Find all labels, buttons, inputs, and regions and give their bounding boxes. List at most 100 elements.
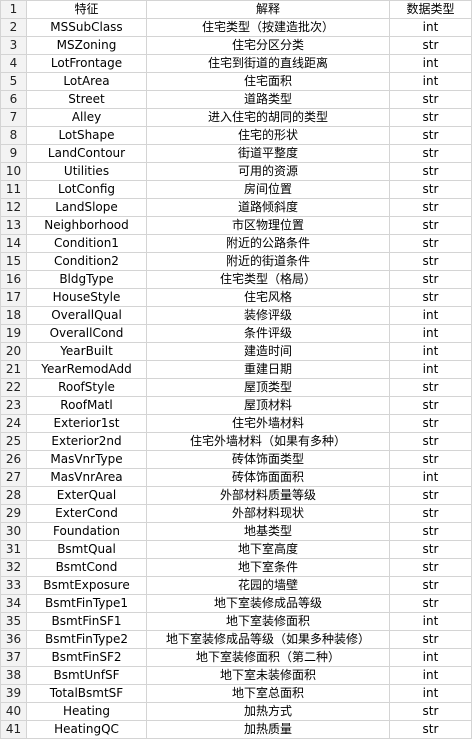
row-number[interactable]: 14 [0, 234, 27, 253]
description-cell[interactable]: 花园的墙壁 [146, 576, 390, 595]
type-cell[interactable]: str [389, 198, 472, 217]
feature-cell[interactable]: Neighborhood [26, 216, 147, 235]
type-cell[interactable]: str [389, 720, 472, 739]
description-cell[interactable]: 住宅外墙材料 [146, 414, 390, 433]
feature-cell[interactable]: Alley [26, 108, 147, 127]
row-number[interactable]: 38 [0, 666, 27, 685]
description-cell[interactable]: 重建日期 [146, 360, 390, 379]
description-cell[interactable]: 地下室装修成品等级（如果多种装修） [146, 630, 390, 649]
feature-cell[interactable]: MasVnrType [26, 450, 147, 469]
description-cell[interactable]: 地下室条件 [146, 558, 390, 577]
feature-cell[interactable]: OverallCond [26, 324, 147, 343]
feature-cell[interactable]: Utilities [26, 162, 147, 181]
description-cell[interactable]: 加热方式 [146, 702, 390, 721]
feature-cell[interactable]: ExterQual [26, 486, 147, 505]
row-number[interactable]: 19 [0, 324, 27, 343]
type-cell[interactable]: int [389, 666, 472, 685]
row-number[interactable]: 16 [0, 270, 27, 289]
feature-cell[interactable]: Condition2 [26, 252, 147, 271]
row-number[interactable]: 26 [0, 450, 27, 469]
description-cell[interactable]: 地下室装修成品等级 [146, 594, 390, 613]
feature-cell[interactable]: LandSlope [26, 198, 147, 217]
feature-cell[interactable]: BsmtFinType1 [26, 594, 147, 613]
row-number[interactable]: 20 [0, 342, 27, 361]
row-number[interactable]: 11 [0, 180, 27, 199]
row-number[interactable]: 36 [0, 630, 27, 649]
type-cell[interactable]: str [389, 108, 472, 127]
type-cell[interactable]: str [389, 90, 472, 109]
feature-cell[interactable]: LotShape [26, 126, 147, 145]
type-cell[interactable]: str [389, 270, 472, 289]
row-number[interactable]: 33 [0, 576, 27, 595]
type-cell[interactable]: str [389, 504, 472, 523]
type-cell[interactable]: str [389, 252, 472, 271]
row-number[interactable]: 12 [0, 198, 27, 217]
description-cell[interactable]: 住宅类型（按建造批次） [146, 18, 390, 37]
type-cell[interactable]: str [389, 234, 472, 253]
description-cell[interactable]: 建造时间 [146, 342, 390, 361]
type-cell[interactable]: str [389, 702, 472, 721]
feature-cell[interactable]: BsmtUnfSF [26, 666, 147, 685]
type-cell[interactable]: str [389, 576, 472, 595]
row-number[interactable]: 4 [0, 54, 27, 73]
row-number[interactable]: 3 [0, 36, 27, 55]
row-number[interactable]: 24 [0, 414, 27, 433]
description-cell[interactable]: 地下室总面积 [146, 684, 390, 703]
type-cell[interactable]: int [389, 612, 472, 631]
row-number[interactable]: 2 [0, 18, 27, 37]
row-number[interactable]: 35 [0, 612, 27, 631]
row-number[interactable]: 22 [0, 378, 27, 397]
row-number[interactable]: 39 [0, 684, 27, 703]
description-cell[interactable]: 外部材料现状 [146, 504, 390, 523]
feature-cell[interactable]: MSZoning [26, 36, 147, 55]
description-cell[interactable]: 外部材料质量等级 [146, 486, 390, 505]
description-cell[interactable]: 住宅分区分类 [146, 36, 390, 55]
row-number[interactable]: 1 [0, 0, 27, 19]
row-number[interactable]: 30 [0, 522, 27, 541]
feature-cell[interactable]: YearRemodAdd [26, 360, 147, 379]
description-cell[interactable]: 地下室装修面积 [146, 612, 390, 631]
type-cell[interactable]: int [389, 648, 472, 667]
row-number[interactable]: 21 [0, 360, 27, 379]
type-cell[interactable]: str [389, 630, 472, 649]
type-cell[interactable]: str [389, 558, 472, 577]
type-cell[interactable]: int [389, 468, 472, 487]
type-cell[interactable]: int [389, 360, 472, 379]
description-cell[interactable]: 可用的资源 [146, 162, 390, 181]
type-cell[interactable]: int [389, 342, 472, 361]
type-cell[interactable]: int [389, 684, 472, 703]
description-cell[interactable]: 道路类型 [146, 90, 390, 109]
description-cell[interactable]: 地下室未装修面积 [146, 666, 390, 685]
feature-cell[interactable]: ExterCond [26, 504, 147, 523]
description-cell[interactable]: 地基类型 [146, 522, 390, 541]
feature-cell[interactable]: RoofMatl [26, 396, 147, 415]
type-cell[interactable]: str [389, 162, 472, 181]
feature-cell[interactable]: BldgType [26, 270, 147, 289]
type-cell[interactable]: str [389, 414, 472, 433]
header-type[interactable]: 数据类型 [389, 0, 472, 19]
row-number[interactable]: 34 [0, 594, 27, 613]
feature-cell[interactable]: BsmtFinSF1 [26, 612, 147, 631]
row-number[interactable]: 18 [0, 306, 27, 325]
description-cell[interactable]: 地下室装修面积（第二种） [146, 648, 390, 667]
header-description[interactable]: 解释 [146, 0, 390, 19]
type-cell[interactable]: str [389, 36, 472, 55]
header-feature[interactable]: 特征 [26, 0, 147, 19]
row-number[interactable]: 8 [0, 126, 27, 145]
row-number[interactable]: 13 [0, 216, 27, 235]
description-cell[interactable]: 住宅类型（格局） [146, 270, 390, 289]
type-cell[interactable]: str [389, 396, 472, 415]
feature-cell[interactable]: YearBuilt [26, 342, 147, 361]
feature-cell[interactable]: BsmtFinType2 [26, 630, 147, 649]
row-number[interactable]: 7 [0, 108, 27, 127]
feature-cell[interactable]: BsmtExposure [26, 576, 147, 595]
description-cell[interactable]: 附近的街道条件 [146, 252, 390, 271]
feature-cell[interactable]: HeatingQC [26, 720, 147, 739]
description-cell[interactable]: 屋顶材料 [146, 396, 390, 415]
row-number[interactable]: 41 [0, 720, 27, 739]
feature-cell[interactable]: Heating [26, 702, 147, 721]
type-cell[interactable]: str [389, 378, 472, 397]
type-cell[interactable]: int [389, 324, 472, 343]
description-cell[interactable]: 住宅风格 [146, 288, 390, 307]
row-number[interactable]: 6 [0, 90, 27, 109]
